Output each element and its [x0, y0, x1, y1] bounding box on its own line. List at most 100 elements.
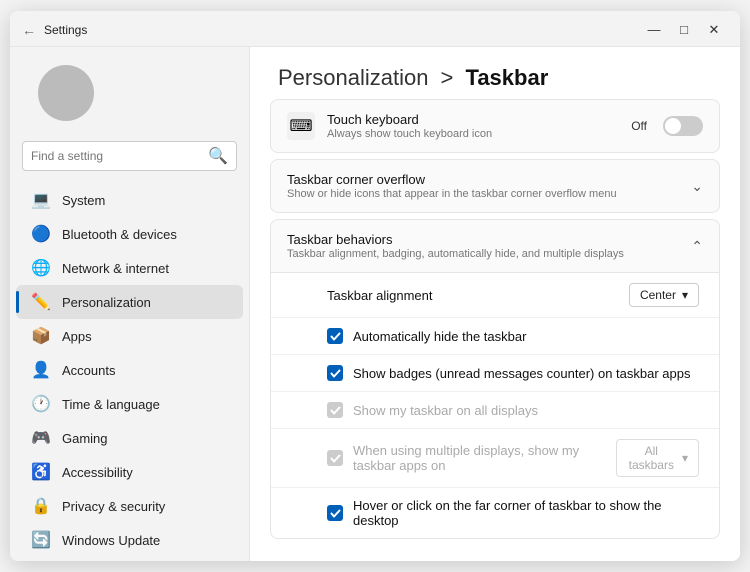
- sidebar-item-label-network: Network & internet: [62, 261, 169, 276]
- multiple-display-checkbox[interactable]: [327, 450, 343, 466]
- accounts-icon: 👤: [32, 361, 50, 379]
- title-bar: ← Settings — □ ✕: [10, 11, 740, 47]
- taskbar-corner-overflow-row: Taskbar corner overflow Show or hide ico…: [270, 159, 720, 213]
- sidebar-item-accounts[interactable]: 👤 Accounts: [16, 353, 243, 387]
- show-all-displays-checkbox[interactable]: [327, 402, 343, 418]
- show-all-displays-checkbox-row[interactable]: Show my taskbar on all displays: [327, 402, 538, 418]
- touch-keyboard-header[interactable]: ⌨ Touch keyboard Always show touch keybo…: [271, 100, 719, 152]
- toggle-track[interactable]: [663, 116, 703, 136]
- checkmark-icon: [330, 331, 341, 342]
- sidebar-item-personalization[interactable]: ✏️ Personalization: [16, 285, 243, 319]
- show-all-displays-label: Show my taskbar on all displays: [353, 403, 538, 418]
- touch-keyboard-desc: Always show touch keyboard icon: [327, 128, 492, 140]
- sidebar-item-label-time: Time & language: [62, 397, 160, 412]
- sidebar-item-gaming[interactable]: 🎮 Gaming: [16, 421, 243, 455]
- touch-keyboard-toggle[interactable]: [663, 116, 703, 136]
- sidebar-item-label-bluetooth: Bluetooth & devices: [62, 227, 177, 242]
- sidebar-item-label-update: Windows Update: [62, 533, 160, 548]
- privacy-icon: 🔒: [32, 497, 50, 515]
- taskbar-behaviors-text: Taskbar behaviors Taskbar alignment, bad…: [287, 232, 624, 260]
- show-badges-checkbox-row[interactable]: Show badges (unread messages counter) on…: [327, 365, 690, 381]
- auto-hide-checkbox[interactable]: [327, 328, 343, 344]
- checkmark-icon-5: [330, 508, 341, 519]
- taskbar-corner-text: Taskbar corner overflow Show or hide ico…: [287, 172, 617, 200]
- bluetooth-icon: 🔵: [32, 225, 50, 243]
- arrow-svg: [270, 324, 271, 348]
- auto-hide-checkbox-row[interactable]: Automatically hide the taskbar: [327, 328, 526, 344]
- sidebar-item-time[interactable]: 🕐 Time & language: [16, 387, 243, 421]
- close-button[interactable]: ✕: [700, 18, 728, 42]
- show-badges-setting: Show badges (unread messages counter) on…: [271, 355, 719, 392]
- taskbar-behaviors-header[interactable]: Taskbar behaviors Taskbar alignment, bad…: [271, 220, 719, 272]
- sidebar-item-label-personalization: Personalization: [62, 295, 151, 310]
- taskbar-corner-title: Taskbar corner overflow: [287, 172, 617, 187]
- settings-window: ← Settings — □ ✕ 🔍 💻 System: [10, 11, 740, 561]
- sidebar-top: [10, 59, 249, 141]
- alignment-setting: Taskbar alignment Center ▾: [271, 273, 719, 318]
- breadcrumb-separator: >: [434, 65, 459, 91]
- auto-hide-setting: Automatically hide the taskbar: [271, 318, 719, 355]
- bottom-links: ❓ Get help 👤 Give feedback: [250, 545, 740, 561]
- taskbar-behaviors-desc: Taskbar alignment, badging, automaticall…: [287, 248, 624, 260]
- sidebar-item-network[interactable]: 🌐 Network & internet: [16, 251, 243, 285]
- taskbar-behaviors-title: Taskbar behaviors: [287, 232, 624, 247]
- taskbar-corner-info: Taskbar corner overflow Show or hide ico…: [287, 172, 617, 200]
- time-icon: 🕐: [32, 395, 50, 413]
- sidebar-item-privacy[interactable]: 🔒 Privacy & security: [16, 489, 243, 523]
- maximize-button[interactable]: □: [670, 18, 698, 42]
- title-bar-left: ← Settings: [22, 22, 87, 38]
- content-area: 🔍 💻 System 🔵 Bluetooth & devices 🌐 Netwo…: [10, 47, 740, 561]
- alignment-label: Taskbar alignment: [327, 288, 433, 303]
- multiple-display-value: All taskbars: [627, 444, 676, 472]
- update-icon: 🔄: [32, 531, 50, 549]
- main-inner: Personalization > Taskbar ⌨ Touch keyboa…: [250, 47, 740, 561]
- system-icon: 💻: [32, 191, 50, 209]
- touch-keyboard-row: ⌨ Touch keyboard Always show touch keybo…: [270, 99, 720, 153]
- settings-list: ⌨ Touch keyboard Always show touch keybo…: [250, 99, 740, 539]
- taskbar-behaviors-row: Taskbar behaviors Taskbar alignment, bad…: [270, 219, 720, 539]
- page-title: Taskbar: [466, 65, 549, 91]
- main-header: Personalization > Taskbar: [250, 47, 740, 99]
- show-badges-label: Show badges (unread messages counter) on…: [353, 366, 690, 381]
- gaming-icon: 🎮: [32, 429, 50, 447]
- network-icon: 🌐: [32, 259, 50, 277]
- breadcrumb: Personalization: [278, 65, 428, 91]
- show-all-displays-setting: Show my taskbar on all displays: [271, 392, 719, 429]
- hover-corner-checkbox[interactable]: [327, 505, 343, 521]
- checkmark-icon-2: [330, 368, 341, 379]
- toggle-off-label: Off: [631, 119, 647, 133]
- sidebar-item-update[interactable]: 🔄 Windows Update: [16, 523, 243, 557]
- sidebar-item-label-accounts: Accounts: [62, 363, 115, 378]
- taskbar-behaviors-info: Taskbar behaviors Taskbar alignment, bad…: [287, 232, 624, 260]
- hover-corner-label: Hover or click on the far corner of task…: [353, 498, 699, 528]
- sidebar-item-bluetooth[interactable]: 🔵 Bluetooth & devices: [16, 217, 243, 251]
- taskbar-corner-overflow-header[interactable]: Taskbar corner overflow Show or hide ico…: [271, 160, 719, 212]
- search-input[interactable]: [31, 149, 202, 163]
- multiple-display-checkbox-row: When using multiple displays, show my ta…: [327, 443, 616, 473]
- title-bar-controls: — □ ✕: [640, 18, 728, 42]
- search-box[interactable]: 🔍: [22, 141, 237, 171]
- keyboard-icon: ⌨: [287, 112, 315, 140]
- show-badges-checkbox[interactable]: [327, 365, 343, 381]
- arrow-annotation: [270, 324, 271, 348]
- search-icon: 🔍: [208, 146, 228, 166]
- sidebar-item-accessibility[interactable]: ♿ Accessibility: [16, 455, 243, 489]
- sidebar-item-label-privacy: Privacy & security: [62, 499, 165, 514]
- touch-keyboard-title: Touch keyboard: [327, 112, 492, 127]
- taskbar-behaviors-expanded: Taskbar alignment Center ▾: [271, 272, 719, 538]
- touch-keyboard-info: ⌨ Touch keyboard Always show touch keybo…: [287, 112, 492, 140]
- multiple-display-dropdown[interactable]: All taskbars ▾: [616, 439, 699, 477]
- alignment-dropdown[interactable]: Center ▾: [629, 283, 699, 307]
- hover-corner-checkbox-row[interactable]: Hover or click on the far corner of task…: [327, 498, 699, 528]
- main-content: Personalization > Taskbar ⌨ Touch keyboa…: [250, 47, 740, 561]
- sidebar-item-apps[interactable]: 📦 Apps: [16, 319, 243, 353]
- minimize-button[interactable]: —: [640, 18, 668, 42]
- hover-corner-setting: Hover or click on the far corner of task…: [271, 488, 719, 538]
- touch-keyboard-right: Off: [631, 116, 703, 136]
- taskbar-corner-desc: Show or hide icons that appear in the ta…: [287, 188, 617, 200]
- auto-hide-label: Automatically hide the taskbar: [353, 329, 526, 344]
- sidebar-item-label-accessibility: Accessibility: [62, 465, 133, 480]
- sidebar-item-system[interactable]: 💻 System: [16, 183, 243, 217]
- personalization-icon: ✏️: [32, 293, 50, 311]
- alignment-text: Taskbar alignment: [327, 288, 433, 303]
